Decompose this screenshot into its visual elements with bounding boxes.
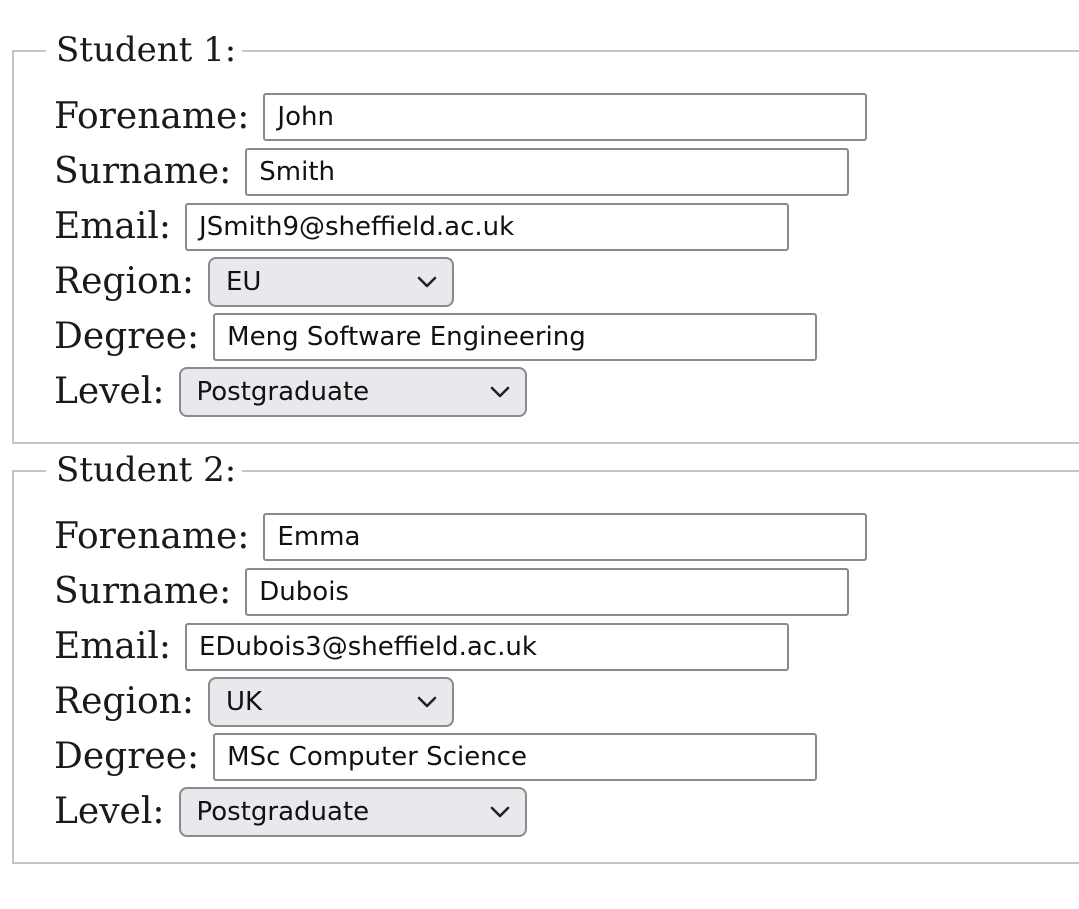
student-1-level-select[interactable]: Postgraduate — [178, 367, 527, 417]
student-2-region-value: UK — [225, 687, 263, 717]
student-2-forename-input[interactable]: Emma — [263, 513, 868, 561]
student-1-legend: Student 1: — [46, 25, 243, 75]
forename-label: Forename: — [54, 96, 250, 137]
student-2-degree-input[interactable]: MSc Computer Science — [213, 733, 818, 781]
student-2-region-row: Region: UK — [54, 675, 454, 729]
email-label: Email: — [54, 206, 172, 247]
student-1-region-row: Region: EU — [54, 255, 454, 309]
level-label: Level: — [54, 791, 165, 832]
student-2-level-row: Level: Postgraduate — [54, 785, 527, 839]
student-2-level-value: Postgraduate — [196, 797, 370, 827]
student-2-forename-row: Forename: Emma — [54, 510, 868, 564]
chevron-down-icon — [490, 386, 509, 398]
chevron-down-icon — [417, 696, 437, 708]
student-2-degree-row: Degree: MSc Computer Science — [54, 730, 818, 784]
student-1-region-select[interactable]: EU — [207, 257, 454, 307]
student-2-email-input[interactable]: EDubois3@sheffield.ac.uk — [185, 623, 790, 671]
student-2-email-row: Email: EDubois3@sheffield.ac.uk — [54, 620, 790, 674]
student-2-level-select[interactable]: Postgraduate — [178, 787, 527, 837]
region-label: Region: — [54, 681, 194, 722]
student-1-forename-row: Forename: John — [54, 90, 868, 144]
student-2-fieldset: Student 2: Forename: Emma Surname: Duboi… — [12, 445, 1079, 864]
student-1-surname-row: Surname: Smith — [54, 145, 850, 199]
student-1-degree-row: Degree: Meng Software Engineering — [54, 310, 818, 364]
chevron-down-icon — [417, 276, 437, 288]
student-1-forename-input[interactable]: John — [263, 93, 868, 141]
student-2-surname-row: Surname: Dubois — [54, 565, 850, 619]
student-1-email-row: Email: JSmith9@sheffield.ac.uk — [54, 200, 790, 254]
degree-label: Degree: — [54, 736, 200, 777]
student-1-email-input[interactable]: JSmith9@sheffield.ac.uk — [185, 203, 790, 251]
student-1-region-value: EU — [225, 267, 262, 297]
student-2-region-select[interactable]: UK — [207, 677, 454, 727]
surname-label: Surname: — [54, 571, 232, 612]
surname-label: Surname: — [54, 151, 232, 192]
email-label: Email: — [54, 626, 172, 667]
region-label: Region: — [54, 261, 194, 302]
student-1-surname-input[interactable]: Smith — [245, 148, 850, 196]
student-1-level-value: Postgraduate — [196, 377, 370, 407]
level-label: Level: — [54, 371, 165, 412]
student-2-surname-input[interactable]: Dubois — [245, 568, 850, 616]
chevron-down-icon — [490, 806, 509, 818]
student-1-fieldset: Student 1: Forename: John Surname: Smith… — [12, 25, 1079, 444]
degree-label: Degree: — [54, 316, 200, 357]
student-1-degree-input[interactable]: Meng Software Engineering — [213, 313, 818, 361]
student-2-legend: Student 2: — [46, 445, 243, 495]
forename-label: Forename: — [54, 516, 250, 557]
student-1-level-row: Level: Postgraduate — [54, 365, 527, 419]
